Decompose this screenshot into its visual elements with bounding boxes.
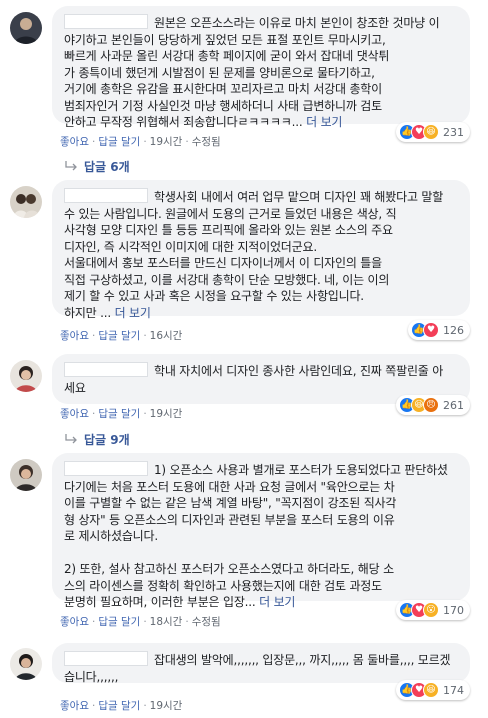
comment-bubble: 원본은 오픈소스라는 이유로 마치 본인이 창조한 것마냥 이 야기하고 본인들… [52,6,470,129]
reply-arrow-icon [65,160,77,170]
reply-button[interactable]: 답글 달기 [98,330,140,342]
reaction-summary[interactable]: 👍 ♥ 😮 170 [396,600,470,620]
author-name-redacted[interactable] [64,461,148,476]
view-replies-link[interactable]: 답글 6개 [64,158,130,175]
avatar[interactable] [10,12,42,44]
like-button[interactable]: 좋아요 [60,330,89,342]
like-button[interactable]: 좋아요 [60,136,89,148]
reaction-count: 261 [443,398,464,412]
author-name-redacted[interactable] [64,362,148,377]
haha-icon: 😮 [423,602,439,618]
timestamp[interactable]: 18시간 [150,616,183,628]
comment-text: 원본은 오픈소스라는 이유로 마치 본인이 창조한 것마냥 이 야기하고 본인들… [64,16,440,129]
edited-label[interactable]: 수정됨 [192,136,221,148]
reply-button[interactable]: 답글 달기 [98,136,140,148]
see-more-link[interactable]: 더 보기 [259,595,295,609]
comment-actions: 좋아요 · 답글 달기 · 19시간 [60,408,183,420]
reply-button[interactable]: 답글 달기 [98,616,140,628]
timestamp[interactable]: 19시간 [150,136,183,148]
reply-button[interactable]: 답글 달기 [98,408,140,420]
reaction-summary[interactable]: 👍 ♥ 😆 231 [396,122,470,142]
reaction-count: 126 [443,323,464,337]
haha-icon: 😆 [423,682,439,698]
reaction-count: 170 [443,603,464,617]
comment-bubble: 학생사회 내에서 여러 업무 맡으며 디자인 꽤 해봤다고 말할 수 있는 사람… [52,180,470,320]
comment-bubble: 잡대생의 발악에,,,,,,, 입장문,,, 까지,,,,, 몸 둘바를,,,,… [52,643,470,684]
timestamp[interactable]: 16시간 [150,330,183,342]
like-button[interactable]: 좋아요 [60,616,89,628]
comment-bubble: 1) 오픈소스 사용과 별개로 포스터가 도용되었다고 판단하셨 다기에는 처음… [52,453,470,609]
comment-actions: 좋아요 · 답글 달기 · 16시간 [60,330,183,342]
author-name-redacted[interactable] [64,188,148,203]
avatar[interactable] [10,186,42,218]
avatar[interactable] [10,360,42,392]
like-button[interactable]: 좋아요 [60,408,89,420]
avatar[interactable] [10,459,42,491]
angry-icon: 😠 [423,397,439,413]
edited-label[interactable]: 수정됨 [192,616,221,628]
see-more-link[interactable]: 더 보기 [115,306,151,320]
comment-text: 1) 오픈소스 사용과 별개로 포스터가 도용되었다고 판단하셨 다기에는 처음… [64,463,448,609]
comment-actions: 좋아요 · 답글 달기 · 18시간 · 수정됨 [60,616,221,628]
love-icon: ♥ [423,322,439,338]
reply-arrow-icon [65,433,77,443]
comment-actions: 좋아요 · 답글 달기 · 19시간 [60,700,183,712]
timestamp[interactable]: 19시간 [150,408,183,420]
view-replies-link[interactable]: 답글 9개 [64,431,130,448]
reaction-summary[interactable]: 👍 😆 😠 261 [396,395,470,415]
avatar[interactable] [10,648,42,680]
author-name-redacted[interactable] [64,14,148,29]
comment-feed: 원본은 오픈소스라는 이유로 마치 본인이 창조한 것마냥 이 야기하고 본인들… [0,0,488,718]
author-name-redacted[interactable] [64,651,148,666]
see-more-link[interactable]: 더 보기 [306,115,342,129]
replies-count-label: 답글 9개 [84,433,130,447]
reaction-summary[interactable]: 👍 ♥ 😆 174 [396,680,470,700]
comment-text: 학생사회 내에서 여러 업무 맡으며 디자인 꽤 해봤다고 말할 수 있는 사람… [64,190,444,320]
reply-button[interactable]: 답글 달기 [98,700,140,712]
reaction-summary[interactable]: 👍 ♥ 126 [408,320,470,340]
reaction-count: 231 [443,125,464,139]
like-button[interactable]: 좋아요 [60,700,89,712]
haha-icon: 😆 [423,124,439,140]
reaction-count: 174 [443,683,464,697]
comment-actions: 좋아요 · 답글 달기 · 19시간 · 수정됨 [60,136,221,148]
timestamp[interactable]: 19시간 [150,700,183,712]
replies-count-label: 답글 6개 [84,160,130,174]
